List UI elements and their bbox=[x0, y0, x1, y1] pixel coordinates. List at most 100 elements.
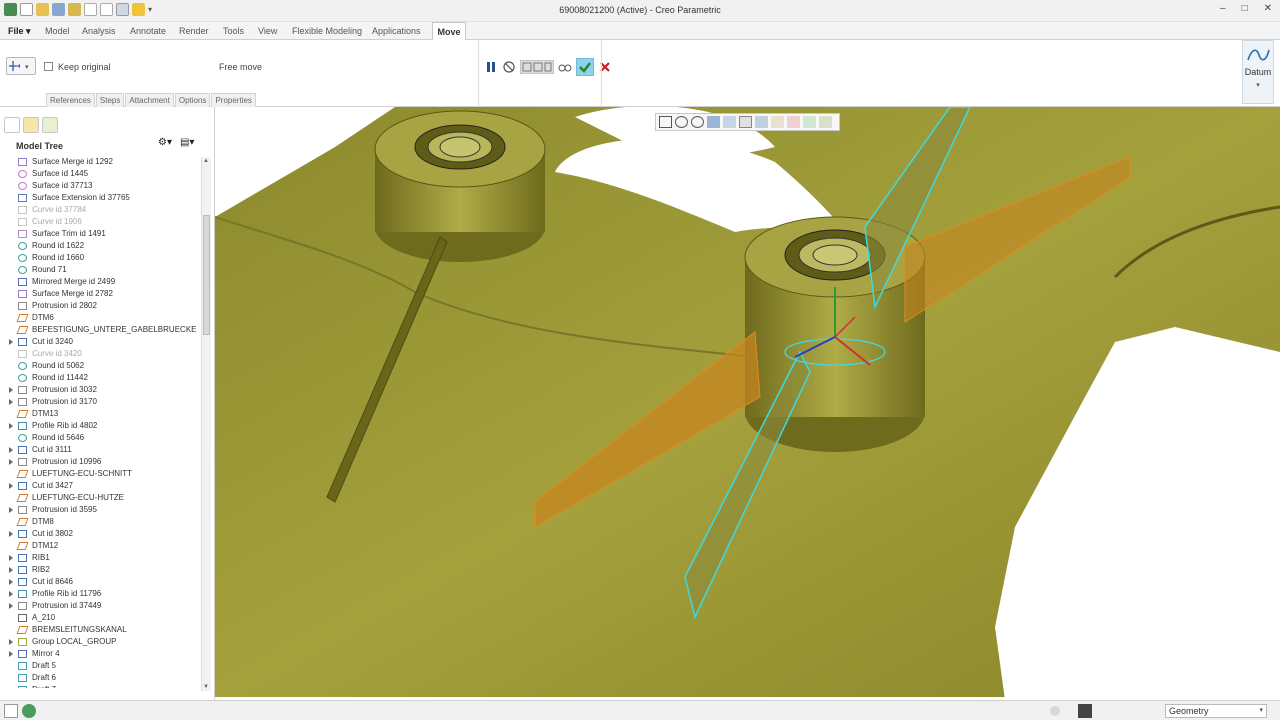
no-preview-icon[interactable] bbox=[502, 60, 516, 74]
tree-item[interactable]: LUEFTUNG-ECU-HUTZE bbox=[6, 492, 200, 504]
selection-buffer-icon[interactable] bbox=[1078, 704, 1092, 718]
tree-item[interactable]: DTM12 bbox=[6, 540, 200, 552]
expand-arrow-icon[interactable] bbox=[9, 423, 13, 429]
tree-item[interactable]: Protrusion id 3170 bbox=[6, 396, 200, 408]
tree-item[interactable]: Cut id 3802 bbox=[6, 528, 200, 540]
favorites-tab-icon[interactable] bbox=[42, 117, 58, 133]
maximize-icon[interactable]: □ bbox=[1242, 3, 1248, 14]
subtab-properties[interactable]: Properties bbox=[211, 93, 256, 107]
tree-item[interactable]: Mirror 4 bbox=[6, 648, 200, 660]
tree-item[interactable]: Surface id 37713 bbox=[6, 180, 200, 192]
expand-arrow-icon[interactable] bbox=[9, 555, 13, 561]
tree-item[interactable]: BREMSLEITUNGSKANAL bbox=[6, 624, 200, 636]
tab-flexible-modeling[interactable]: Flexible Modeling bbox=[292, 26, 362, 36]
navigator-toggle-icon[interactable] bbox=[4, 704, 18, 718]
expand-arrow-icon[interactable] bbox=[9, 651, 13, 657]
tree-item[interactable]: Cut id 3240 bbox=[6, 336, 200, 348]
subtab-attachment[interactable]: Attachment bbox=[125, 93, 174, 107]
model-view[interactable] bbox=[215, 107, 1280, 700]
tab-render[interactable]: Render bbox=[179, 26, 209, 36]
tree-item[interactable]: RIB1 bbox=[6, 552, 200, 564]
tree-item[interactable]: Protrusion id 3595 bbox=[6, 504, 200, 516]
expand-arrow-icon[interactable] bbox=[9, 579, 13, 585]
selection-filter[interactable]: Geometry ▾ bbox=[1165, 704, 1267, 718]
tree-item[interactable]: Surface Merge id 2782 bbox=[6, 288, 200, 300]
view-manager-icon[interactable] bbox=[755, 116, 768, 128]
spin-center-icon[interactable] bbox=[787, 116, 800, 128]
verify-glasses-icon[interactable] bbox=[558, 60, 572, 74]
settings-icon[interactable]: ⚙▾ bbox=[158, 137, 172, 148]
expand-arrow-icon[interactable] bbox=[9, 399, 13, 405]
expand-arrow-icon[interactable] bbox=[9, 507, 13, 513]
tree-item[interactable]: BEFESTIGUNG_UNTERE_GABELBRUECKE bbox=[6, 324, 200, 336]
subtab-steps[interactable]: Steps bbox=[95, 93, 125, 107]
tree-item[interactable]: LUEFTUNG-ECU-SCHNITT bbox=[6, 468, 200, 480]
subtab-references[interactable]: References bbox=[46, 93, 95, 107]
tree-item[interactable]: Profile Rib id 11796 bbox=[6, 588, 200, 600]
tree-item[interactable]: Round 71 bbox=[6, 264, 200, 276]
tab-applications[interactable]: Applications bbox=[372, 26, 421, 36]
tab-annotate[interactable]: Annotate bbox=[130, 26, 166, 36]
tree-item[interactable]: Round id 5062 bbox=[6, 360, 200, 372]
close-icon[interactable]: ✕ bbox=[1264, 3, 1272, 14]
preview-toggle-icon[interactable] bbox=[520, 60, 554, 74]
expand-arrow-icon[interactable] bbox=[9, 339, 13, 345]
file-menu[interactable]: File ▾ bbox=[8, 26, 31, 37]
tree-item[interactable]: DTM8 bbox=[6, 516, 200, 528]
coordinate-display-icon[interactable] bbox=[819, 116, 832, 128]
scroll-down-icon[interactable]: ▼ bbox=[203, 684, 209, 690]
datum-button[interactable]: Datum ▾ bbox=[1242, 40, 1274, 104]
tree-item[interactable]: Cut id 3111 bbox=[6, 444, 200, 456]
tree-item[interactable]: Surface Extension id 37765 bbox=[6, 192, 200, 204]
tree-item[interactable]: Curve id 37784 bbox=[6, 204, 200, 216]
expand-arrow-icon[interactable] bbox=[9, 567, 13, 573]
tree-item[interactable]: Cut id 8646 bbox=[6, 576, 200, 588]
datum-display-icon[interactable] bbox=[771, 116, 784, 128]
scroll-up-icon[interactable]: ▲ bbox=[203, 158, 209, 164]
tree-item[interactable]: DTM13 bbox=[6, 408, 200, 420]
expand-arrow-icon[interactable] bbox=[9, 591, 13, 597]
tree-item[interactable]: RIB2 bbox=[6, 564, 200, 576]
minimize-icon[interactable]: – bbox=[1220, 3, 1226, 14]
tree-item[interactable]: Cut id 3427 bbox=[6, 480, 200, 492]
display-style-icon[interactable] bbox=[723, 116, 736, 128]
expand-arrow-icon[interactable] bbox=[9, 483, 13, 489]
tree-item[interactable]: Round id 5646 bbox=[6, 432, 200, 444]
expand-arrow-icon[interactable] bbox=[9, 531, 13, 537]
tree-item[interactable]: Mirrored Merge id 2499 bbox=[6, 276, 200, 288]
tab-tools[interactable]: Tools bbox=[223, 26, 244, 36]
tab-model[interactable]: Model bbox=[45, 26, 70, 36]
tree-item[interactable]: Surface Merge id 1292 bbox=[6, 156, 200, 168]
show-icon[interactable]: ▤▾ bbox=[180, 137, 194, 148]
refit-icon[interactable] bbox=[659, 116, 672, 128]
tree-item[interactable]: A_210 bbox=[6, 612, 200, 624]
scroll-thumb[interactable] bbox=[203, 215, 210, 335]
expand-arrow-icon[interactable] bbox=[9, 387, 13, 393]
tab-move[interactable]: Move bbox=[432, 22, 466, 40]
tree-item[interactable]: DTM6 bbox=[6, 312, 200, 324]
tab-analysis[interactable]: Analysis bbox=[82, 26, 116, 36]
ok-check-icon[interactable] bbox=[576, 58, 594, 76]
model-tree-scrollbar[interactable]: ▲ ▼ bbox=[201, 157, 211, 691]
annotation-display-icon[interactable] bbox=[803, 116, 816, 128]
expand-arrow-icon[interactable] bbox=[9, 447, 13, 453]
tree-item[interactable]: Surface Trim id 1491 bbox=[6, 228, 200, 240]
folder-browser-tab-icon[interactable] bbox=[23, 117, 39, 133]
zoom-in-icon[interactable] bbox=[675, 116, 688, 128]
tree-item[interactable]: Round id 11442 bbox=[6, 372, 200, 384]
tree-item[interactable]: Protrusion id 37449 bbox=[6, 600, 200, 612]
graphics-viewport[interactable] bbox=[215, 107, 1280, 700]
tree-item[interactable]: Round id 1622 bbox=[6, 240, 200, 252]
saved-orientations-icon[interactable] bbox=[739, 116, 752, 128]
tree-item[interactable]: Protrusion id 2802 bbox=[6, 300, 200, 312]
browser-toggle-icon[interactable] bbox=[22, 704, 36, 718]
tree-item[interactable]: Curve id 1906 bbox=[6, 216, 200, 228]
tree-item[interactable]: Protrusion id 3032 bbox=[6, 384, 200, 396]
tree-item[interactable]: Draft 6 bbox=[6, 672, 200, 684]
datum-dropdown-icon[interactable]: ▾ bbox=[1243, 81, 1273, 89]
tree-item[interactable]: Draft 5 bbox=[6, 660, 200, 672]
zoom-out-icon[interactable] bbox=[691, 116, 704, 128]
keep-original-checkbox[interactable] bbox=[44, 62, 53, 71]
expand-arrow-icon[interactable] bbox=[9, 459, 13, 465]
tree-item[interactable]: Round id 1660 bbox=[6, 252, 200, 264]
